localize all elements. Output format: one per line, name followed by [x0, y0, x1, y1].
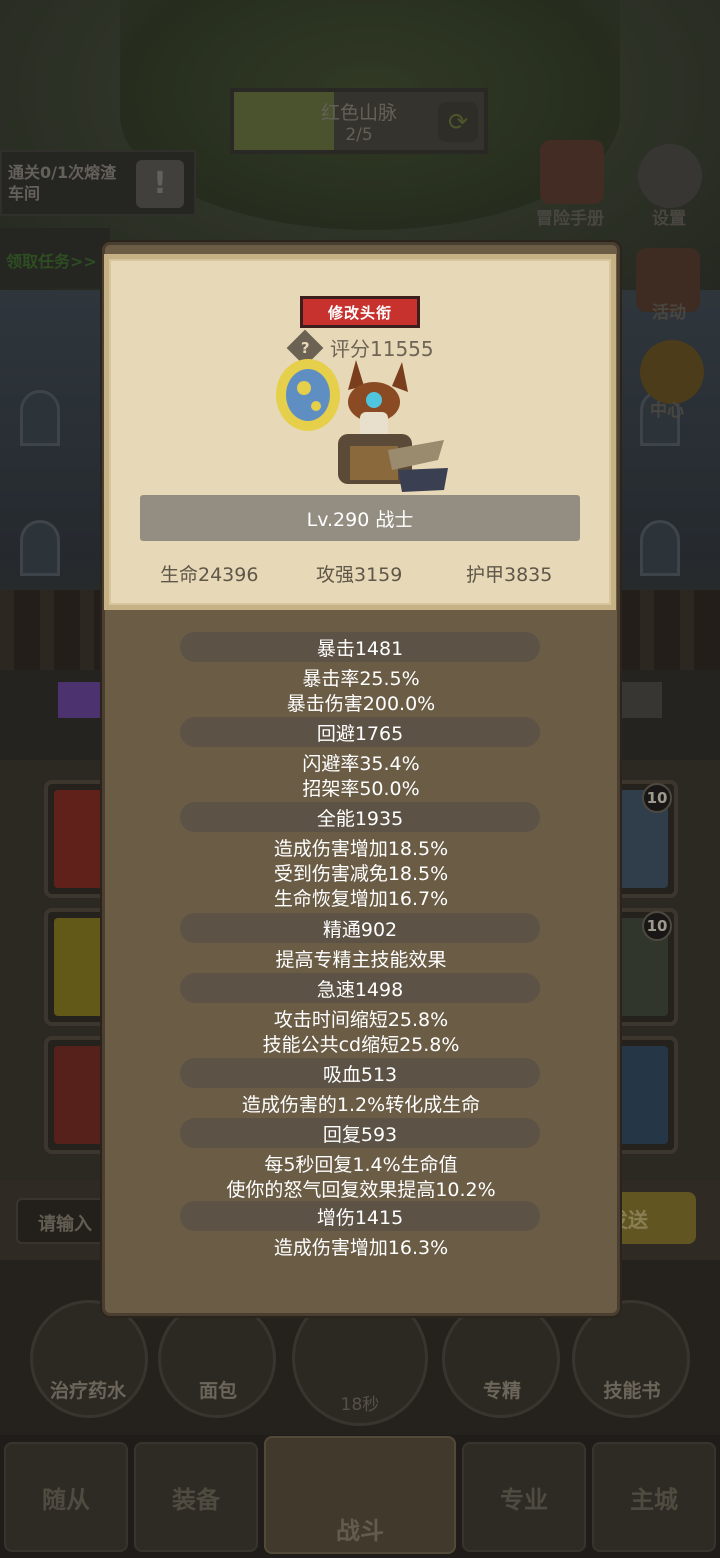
hp-stat: 生命24396	[160, 564, 259, 586]
stat-header-regen: 回复593	[180, 1118, 540, 1148]
warrior-avatar	[276, 359, 448, 492]
stat-line: 招架率50.0%	[302, 778, 420, 800]
stat-line: 造成伤害的1.2%转化成生命	[241, 1094, 481, 1116]
stat-line: 使你的怒气回复效果提高10.2%	[226, 1179, 496, 1201]
stat-line: 受到伤害减免18.5%	[273, 863, 449, 885]
stat-line: 闪避率35.4%	[302, 753, 420, 775]
stat-header-mastery: 精通902	[180, 913, 540, 943]
stat-line: 暴击伤害200.0%	[286, 693, 436, 715]
stat-line: 造成伤害增加18.5%	[273, 838, 449, 860]
stat-line: 暴击率25.5%	[302, 668, 420, 690]
attack-power-stat: 攻强3159	[316, 564, 403, 586]
stat-header-crit: 暴击1481	[180, 632, 540, 662]
stat-line: 提高专精主技能效果	[275, 949, 447, 971]
stat-line: 攻击时间缩短25.8%	[273, 1009, 449, 1031]
stat-line: 造成伤害增加16.3%	[273, 1237, 449, 1259]
stat-header-lifesteal: 吸血513	[180, 1058, 540, 1088]
change-title-button[interactable]: 修改头衔	[300, 296, 420, 328]
stat-header-versatility: 全能1935	[180, 802, 540, 832]
stat-header-avoidance: 回避1765	[180, 717, 540, 747]
stat-line: 生命恢复增加16.7%	[273, 888, 449, 910]
stat-header-haste: 急速1498	[180, 973, 540, 1003]
stat-header-damage-increase: 增伤1415	[180, 1201, 540, 1231]
armor-stat: 护甲3835	[466, 564, 553, 586]
stat-line: 技能公共cd缩短25.8%	[262, 1034, 460, 1056]
stat-line: 每5秒回复1.4%生命值	[264, 1154, 458, 1176]
level-class-bar: Lv.290 战士	[140, 495, 580, 541]
